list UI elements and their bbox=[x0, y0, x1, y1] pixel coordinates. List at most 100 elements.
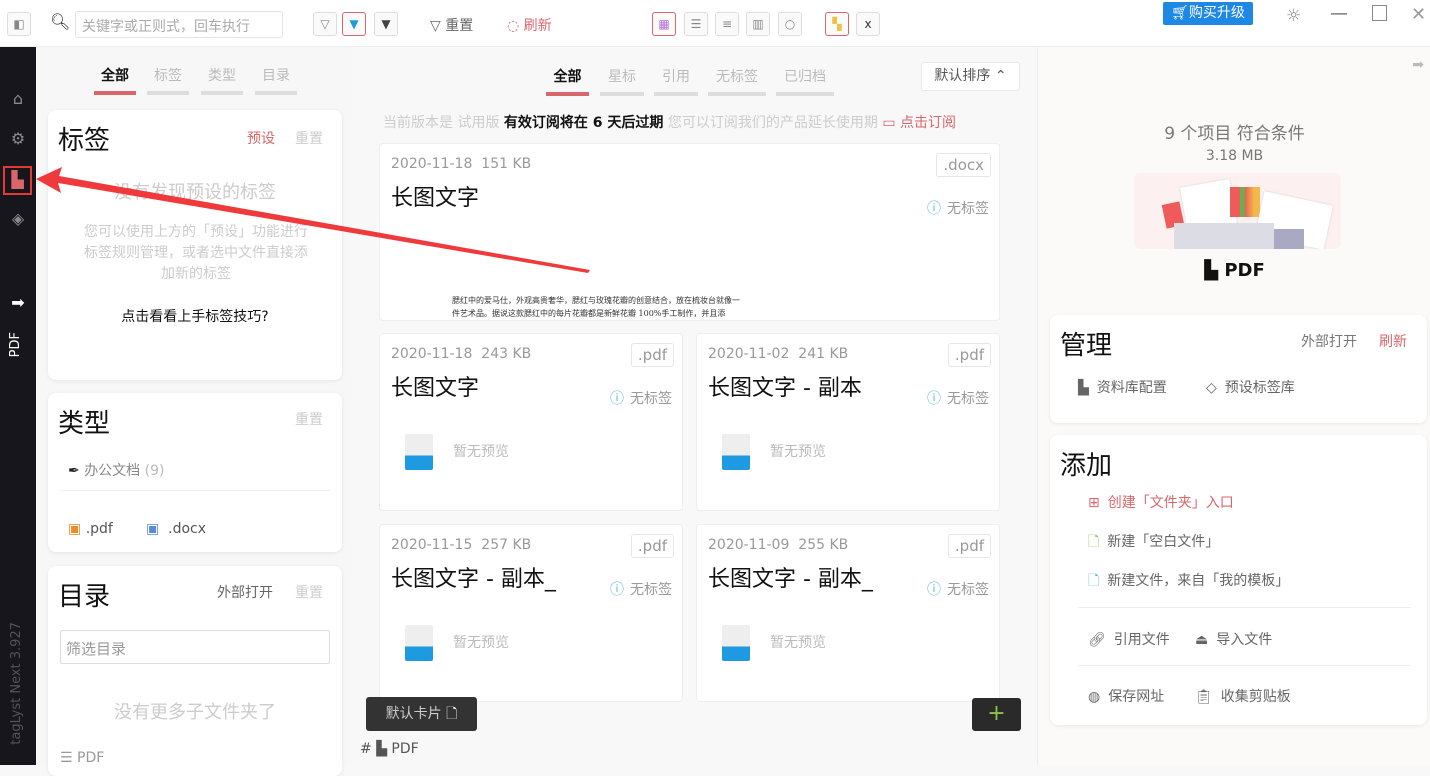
circle-view-icon[interactable]: ○ bbox=[778, 12, 802, 36]
book-icon: ▙ bbox=[1078, 380, 1089, 396]
subscribe-link[interactable]: ▭ 点击订阅 bbox=[882, 115, 956, 131]
tab-archived[interactable]: 已归档 bbox=[776, 66, 834, 96]
info-icon: ⓘ bbox=[610, 582, 624, 598]
import-file-link[interactable]: ⏏ 导入文件 bbox=[1195, 629, 1272, 649]
clipboard-link[interactable]: 📋︎ 收集剪贴板 bbox=[1195, 686, 1291, 706]
library-icon: ▙ bbox=[1204, 260, 1219, 281]
import-icon: ⏏ bbox=[1195, 632, 1209, 648]
document-icon bbox=[722, 625, 750, 661]
toggle-sidebar-button[interactable]: ◧ bbox=[7, 12, 31, 36]
search-input[interactable]: 关键字或正则式，回车执行 bbox=[75, 11, 283, 38]
new-blank-file-link[interactable]: 🗋 新建「空白文件」 bbox=[1088, 531, 1219, 555]
filter-icon[interactable]: ▽ bbox=[313, 12, 337, 36]
grid-view-icon[interactable]: ▦ bbox=[652, 12, 676, 36]
file-card[interactable]: 2020-11-18 243 KB 长图文字 .pdf ⓘ 无标签 暂无预览 bbox=[379, 333, 683, 511]
preset-tags-link[interactable]: ◇ 预设标签库 bbox=[1206, 377, 1295, 397]
tag-icon[interactable]: ◈ bbox=[8, 209, 28, 229]
file-card[interactable]: 2020-11-09 255 KB 长图文字 - 副本_ .pdf ⓘ 无标签 暂… bbox=[696, 524, 1000, 702]
types-title: 类型 bbox=[58, 409, 111, 439]
formula-icon[interactable]: x bbox=[856, 12, 880, 36]
card-mode-button[interactable]: 默认卡片 🗋 bbox=[366, 697, 477, 731]
dirs-title: 目录 bbox=[58, 582, 111, 612]
no-tag-badge[interactable]: ⓘ 无标签 bbox=[610, 388, 672, 408]
file-title: 长图文字 - 副本_ bbox=[391, 567, 556, 592]
list-view-icon[interactable]: ☰ bbox=[684, 12, 708, 36]
notice-post: 您可以订阅我们的产品延长使用期 bbox=[667, 115, 878, 131]
tab-untagged[interactable]: 无标签 bbox=[708, 66, 766, 96]
dirs-empty: 没有更多子文件夹了 bbox=[114, 702, 276, 723]
manage-refresh[interactable]: 刷新 bbox=[1379, 331, 1407, 351]
sort-dropdown[interactable]: 默认排序 ⌃ bbox=[921, 62, 1020, 91]
dir-item[interactable]: ☰ PDF bbox=[60, 750, 104, 766]
file-card[interactable]: 2020-11-02 241 KB 长图文字 - 副本 .pdf ⓘ 无标签 暂无… bbox=[696, 333, 1000, 511]
info-icon: ⓘ bbox=[927, 391, 941, 407]
reset-button[interactable]: ▽ 重置 bbox=[430, 15, 473, 35]
tab-types[interactable]: 类型 bbox=[201, 65, 243, 95]
tab-all[interactable]: 全部 bbox=[94, 65, 136, 95]
type-label: 办公文档 bbox=[84, 463, 141, 479]
folder-icon[interactable]: ▚ bbox=[825, 12, 849, 36]
dirs-open-external[interactable]: 外部打开 bbox=[217, 582, 273, 602]
no-preview: 暂无预览 bbox=[405, 625, 509, 661]
reset-label: 重置 bbox=[445, 18, 474, 34]
add-file-button[interactable]: + bbox=[972, 698, 1021, 731]
gear-icon[interactable]: ⚙ bbox=[8, 129, 28, 149]
file-title: 长图文字 bbox=[391, 186, 480, 211]
toolbar: ◧ 🔍︎ 关键字或正则式，回车执行 ▽ ▼ ▼ ▽ 重置 ◌ 刷新 ▦ ☰ ≡ … bbox=[0, 0, 1430, 47]
tab-all-files[interactable]: 全部 bbox=[546, 66, 589, 96]
save-url-link[interactable]: ◍ 保存网址 bbox=[1088, 686, 1164, 706]
dirs-reset-button[interactable]: 重置 bbox=[295, 582, 323, 602]
file-preview-text: 腮红中的爱马仕，外观高贵奢华，腮红与玫瑰花瓣的创意结合，放在梳妆台就像一件艺术品… bbox=[452, 296, 740, 318]
tags-title: 标签 bbox=[58, 126, 111, 156]
preset-button[interactable]: 预设 bbox=[247, 128, 275, 148]
manage-open-external[interactable]: 外部打开 bbox=[1301, 331, 1357, 351]
tab-tags[interactable]: 标签 bbox=[147, 65, 189, 95]
ext-docx[interactable]: ▣ .docx bbox=[146, 521, 206, 537]
new-from-template-link[interactable]: 🗋 新建文件，来自「我的模板」 bbox=[1088, 570, 1289, 594]
no-tag-badge[interactable]: ⓘ 无标签 bbox=[610, 579, 672, 599]
filter-clear-icon[interactable]: ▼ bbox=[374, 12, 398, 36]
maximize-icon[interactable] bbox=[1372, 5, 1387, 21]
ext-pdf[interactable]: ▣ .pdf bbox=[68, 521, 113, 537]
card-mode-label: 默认卡片 bbox=[385, 706, 442, 722]
tags-tip-link[interactable]: 点击看看上手标签技巧? bbox=[48, 306, 342, 326]
tab-dirs[interactable]: 目录 bbox=[255, 65, 297, 95]
refresh-button[interactable]: ◌ 刷新 bbox=[507, 15, 552, 35]
no-tag-badge[interactable]: ⓘ 无标签 bbox=[927, 388, 989, 408]
library-icon[interactable]: ▙ bbox=[3, 166, 32, 195]
library-config-link[interactable]: ▙ 资料库配置 bbox=[1078, 377, 1167, 397]
compact-view-icon[interactable]: ≡ bbox=[715, 12, 739, 36]
path-breadcrumb: # ▙ PDF bbox=[360, 741, 419, 757]
filter-active-icon[interactable]: ▼ bbox=[342, 12, 366, 36]
reference-file-link[interactable]: 🔗︎ 引用文件 bbox=[1088, 629, 1170, 649]
type-office-docs[interactable]: ✒ 办公文档 (9) bbox=[68, 460, 164, 480]
masonry-view-icon[interactable]: ▥ bbox=[746, 12, 770, 36]
file-ext-badge: .pdf bbox=[630, 534, 674, 558]
file-ext-badge: .pdf bbox=[947, 534, 991, 558]
tab-starred[interactable]: 星标 bbox=[600, 66, 644, 96]
file-meta: 2020-11-18 151 KB bbox=[391, 156, 532, 172]
close-icon[interactable]: ✕ bbox=[1411, 4, 1426, 25]
types-reset-button[interactable]: 重置 bbox=[295, 409, 323, 429]
tab-referenced[interactable]: 引用 bbox=[654, 66, 698, 96]
file-card[interactable]: 2020-11-15 257 KB 长图文字 - 副本_ .pdf ⓘ 无标签 暂… bbox=[379, 524, 683, 702]
types-card: 类型 重置 ✒ 办公文档 (9) ▣ .pdf ▣ .docx bbox=[48, 393, 342, 552]
minimize-icon[interactable]: — bbox=[1330, 3, 1348, 24]
arrow-right-icon[interactable]: ➡ bbox=[8, 293, 28, 313]
buy-upgrade-button[interactable]: 🛒︎购买升级 bbox=[1163, 2, 1253, 25]
file-ext-badge: .pdf bbox=[630, 343, 674, 367]
tags-reset-button[interactable]: 重置 bbox=[295, 128, 323, 148]
no-tag-badge[interactable]: ⓘ 无标签 bbox=[927, 198, 989, 218]
collapse-arrow-icon[interactable]: ➡ bbox=[1412, 57, 1424, 73]
no-tag-badge[interactable]: ⓘ 无标签 bbox=[927, 579, 989, 599]
dir-filter-input[interactable]: 筛选目录 bbox=[60, 630, 330, 664]
create-folder-link[interactable]: ⊞ 创建「文件夹」入口 bbox=[1088, 492, 1234, 512]
home-icon[interactable]: ⌂ bbox=[8, 89, 28, 109]
pen-icon: ✒ bbox=[68, 463, 80, 479]
pdf-file-icon: ▣ bbox=[68, 521, 82, 537]
buy-label: 购买升级 bbox=[1188, 5, 1245, 21]
theme-icon[interactable]: ☼ bbox=[1286, 6, 1301, 26]
library-cover-image bbox=[1134, 173, 1341, 249]
ext-label: .pdf bbox=[85, 521, 113, 537]
file-card[interactable]: 2020-11-18 151 KB 长图文字 .docx ⓘ 无标签 腮红中的爱马… bbox=[379, 143, 1000, 321]
